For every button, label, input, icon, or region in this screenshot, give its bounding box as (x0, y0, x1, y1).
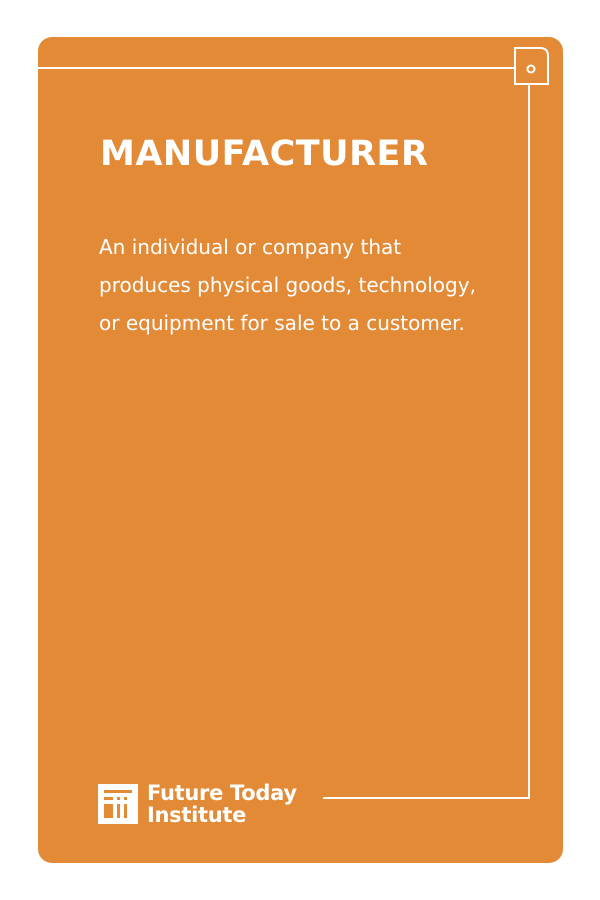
card-description: An individual or company that produces p… (99, 235, 476, 335)
card-title: MANUFACTURER (100, 134, 429, 174)
brand-line-2: Institute (147, 803, 247, 827)
brand-wordmark: Future Today Institute (147, 782, 297, 826)
fti-logo-icon (98, 784, 138, 824)
brand-line-1: Future Today (147, 781, 297, 805)
definition-card: MANUFACTURER An individual or company th… (38, 37, 563, 863)
frame-corner-dot-icon (526, 64, 536, 74)
